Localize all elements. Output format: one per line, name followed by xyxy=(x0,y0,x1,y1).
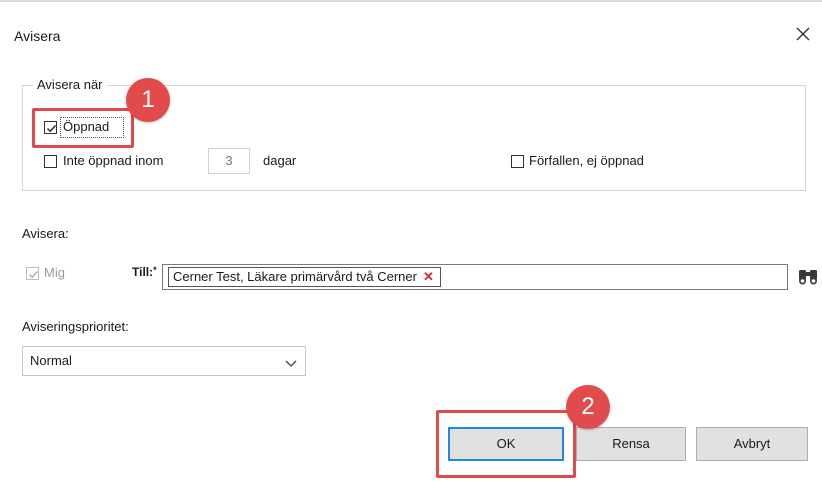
me-label: Mig xyxy=(44,265,65,280)
top-border xyxy=(0,0,822,2)
highlight-box-1 xyxy=(32,108,134,148)
not-opened-label[interactable]: Inte öppnad inom xyxy=(63,153,163,168)
priority-selected-value: Normal xyxy=(30,353,72,368)
notify-when-legend: Avisera när xyxy=(33,77,107,92)
step-badge-1: 1 xyxy=(126,78,170,122)
days-input[interactable]: 3 xyxy=(208,148,250,174)
clear-button[interactable]: Rensa xyxy=(576,427,686,461)
not-opened-checkbox[interactable] xyxy=(44,155,57,168)
chevron-down-icon xyxy=(285,356,297,371)
me-checkbox[interactable] xyxy=(26,267,39,280)
overdue-label[interactable]: Förfallen, ej öppnad xyxy=(529,153,644,168)
dialog-title: Avisera xyxy=(14,28,61,44)
recipient-name: Cerner Test, Läkare primärvård två Cerne… xyxy=(173,269,417,284)
days-unit-label: dagar xyxy=(263,153,297,168)
binoculars-icon[interactable] xyxy=(796,264,820,288)
step-badge-2: 2 xyxy=(566,385,610,429)
recipient-token[interactable]: Cerner Test, Läkare primärvård två Cerne… xyxy=(168,267,441,287)
notify-heading: Avisera: xyxy=(22,226,69,241)
priority-select[interactable]: Normal xyxy=(22,346,306,376)
cancel-button[interactable]: Avbryt xyxy=(696,427,808,461)
to-label: Till:* xyxy=(132,265,157,279)
remove-x-icon[interactable]: ✕ xyxy=(423,269,434,284)
overdue-checkbox[interactable] xyxy=(511,155,524,168)
close-icon[interactable] xyxy=(790,21,816,47)
highlight-box-2 xyxy=(436,410,576,478)
priority-label: Aviseringsprioritet: xyxy=(22,319,129,334)
